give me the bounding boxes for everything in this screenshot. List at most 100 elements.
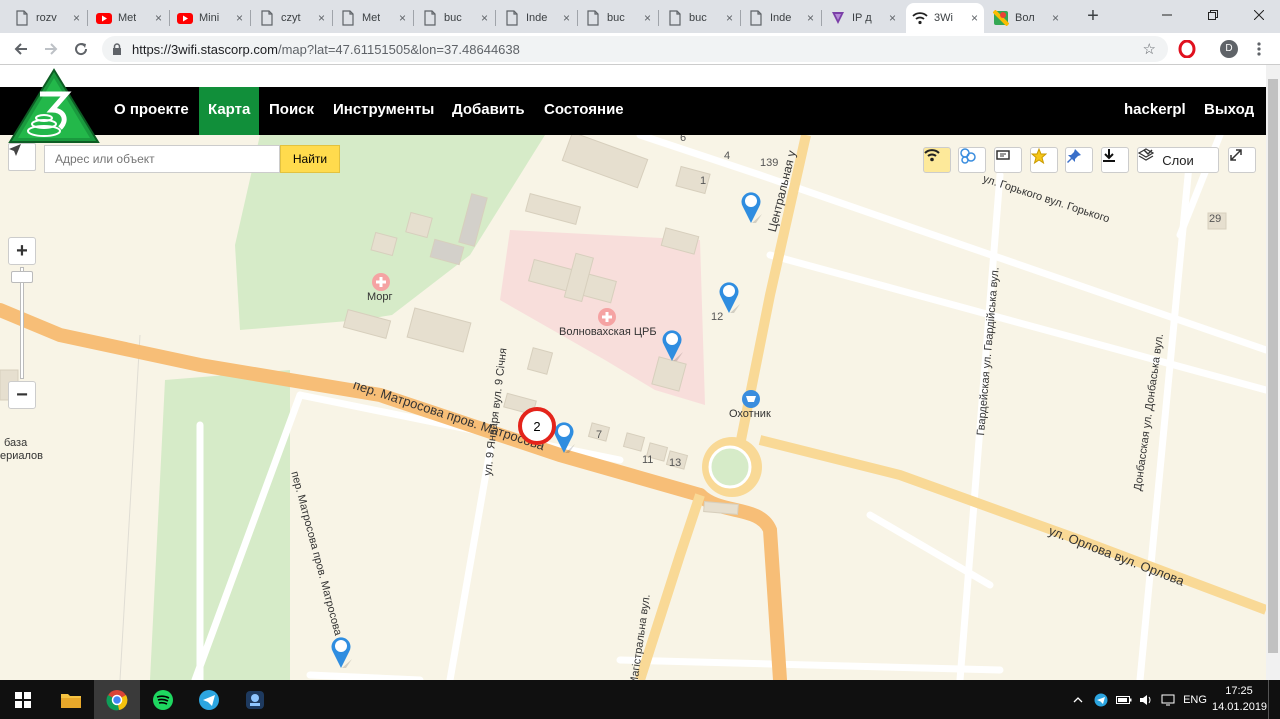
close-tab-icon[interactable]: × bbox=[399, 11, 406, 25]
zoom-slider-handle[interactable] bbox=[11, 271, 33, 283]
maximize-button[interactable] bbox=[1190, 0, 1236, 30]
url-host: https://3wifi.stascorp.com bbox=[132, 41, 278, 57]
wifi-access-point-pin[interactable] bbox=[718, 280, 740, 314]
system-clock[interactable]: 17:25 14.01.2019 bbox=[1212, 683, 1267, 715]
new-tab-button[interactable]: + bbox=[1082, 5, 1104, 27]
close-tab-icon[interactable]: × bbox=[1052, 11, 1059, 25]
cluster-toggle[interactable] bbox=[958, 147, 986, 173]
doc-icon bbox=[422, 10, 438, 26]
browser-tab[interactable]: rozv × bbox=[8, 3, 86, 33]
search-submit-button[interactable]: Найти bbox=[280, 145, 340, 173]
tray-network-icon[interactable] bbox=[1159, 680, 1177, 719]
profile-avatar[interactable]: D bbox=[1220, 40, 1238, 58]
layers-dropdown[interactable]: Слои bbox=[1137, 147, 1219, 173]
tray-expand-icon[interactable] bbox=[1070, 680, 1086, 719]
menu-button[interactable] bbox=[1250, 40, 1268, 58]
browser-tab[interactable]: buc × bbox=[416, 3, 494, 33]
wifi-icon bbox=[924, 149, 940, 162]
forward-button[interactable] bbox=[38, 36, 64, 62]
pin-tool-button[interactable] bbox=[1065, 147, 1093, 173]
taskbar-telegram[interactable] bbox=[186, 680, 232, 719]
opera-extension-icon[interactable] bbox=[1178, 39, 1196, 59]
nav-status[interactable]: Состояние bbox=[535, 87, 633, 135]
page-scrollbar[interactable] bbox=[1266, 65, 1280, 680]
browser-tab[interactable]: IP д × bbox=[824, 3, 902, 33]
nav-search[interactable]: Поиск bbox=[260, 87, 323, 135]
close-tab-icon[interactable]: × bbox=[155, 11, 162, 25]
wifi-cluster-marker[interactable]: 2 bbox=[518, 407, 556, 445]
zoom-out-button[interactable]: − bbox=[8, 381, 36, 409]
tray-battery-icon[interactable] bbox=[1114, 680, 1134, 719]
taskbar-chrome[interactable] bbox=[94, 680, 140, 719]
bookmark-star-icon[interactable]: ☆ bbox=[1143, 40, 1156, 58]
taskbar-explorer[interactable] bbox=[48, 680, 94, 719]
taskbar-app[interactable] bbox=[232, 680, 278, 719]
tray-telegram-icon[interactable] bbox=[1092, 680, 1110, 719]
house-number: 1 bbox=[700, 175, 707, 187]
download-button[interactable] bbox=[1101, 147, 1129, 173]
star-icon bbox=[1031, 148, 1047, 164]
close-tab-icon[interactable]: × bbox=[236, 11, 243, 25]
browser-tab[interactable]: Met × bbox=[334, 3, 412, 33]
restore-icon bbox=[1208, 10, 1218, 20]
nav-about[interactable]: О проекте bbox=[105, 87, 198, 135]
doc-icon bbox=[667, 10, 683, 26]
nav-add[interactable]: Добавить bbox=[443, 87, 534, 135]
close-tab-icon[interactable]: × bbox=[73, 11, 80, 25]
wifi-access-point-pin[interactable] bbox=[740, 190, 762, 224]
nav-map[interactable]: Карта bbox=[199, 87, 260, 135]
tray-volume-icon[interactable] bbox=[1137, 680, 1155, 719]
location-arrow-icon bbox=[9, 144, 21, 156]
browser-tab[interactable]: buc × bbox=[579, 3, 657, 33]
wifi-map[interactable]: 6 4 139 1 29 12 7 11 13 пер. Матросова п… bbox=[0, 135, 1266, 680]
wifi-icon bbox=[912, 10, 928, 26]
close-tab-icon[interactable]: × bbox=[726, 11, 733, 25]
scrollbar-thumb[interactable] bbox=[1268, 79, 1278, 653]
favorites-button[interactable] bbox=[1030, 147, 1058, 173]
tab-title: Met bbox=[362, 12, 381, 24]
tab-title: Inde bbox=[526, 12, 548, 24]
wifi-access-point-pin[interactable] bbox=[330, 635, 352, 669]
logout-link[interactable]: Выход bbox=[1195, 87, 1263, 135]
language-indicator[interactable]: ENG bbox=[1180, 680, 1210, 719]
close-tab-icon[interactable]: × bbox=[971, 11, 978, 25]
fullscreen-button[interactable] bbox=[1228, 147, 1256, 173]
site-logo[interactable] bbox=[8, 68, 100, 144]
show-desktop-button[interactable] bbox=[1268, 680, 1280, 719]
address-bar[interactable]: https://3wifi.stascorp.com/map?lat=47.61… bbox=[102, 36, 1168, 62]
minimize-button[interactable] bbox=[1144, 0, 1190, 30]
geolocate-button[interactable] bbox=[8, 143, 36, 171]
nav-tools[interactable]: Инструменты bbox=[324, 87, 443, 135]
back-button[interactable] bbox=[8, 36, 34, 62]
browser-tab[interactable]: czyt × bbox=[253, 3, 331, 33]
browser-tab[interactable]: Inde × bbox=[742, 3, 820, 33]
kebab-menu-icon bbox=[1257, 42, 1261, 56]
wifi-access-point-pin[interactable] bbox=[661, 328, 683, 362]
user-name-link[interactable]: hackerpl bbox=[1115, 87, 1195, 135]
close-tab-icon[interactable]: × bbox=[481, 11, 488, 25]
browser-tab[interactable]: Inde × bbox=[498, 3, 576, 33]
taskbar-spotify[interactable] bbox=[140, 680, 186, 719]
close-tab-icon[interactable]: × bbox=[644, 11, 651, 25]
close-tab-icon[interactable]: × bbox=[318, 11, 325, 25]
zoom-in-button[interactable]: + bbox=[8, 237, 36, 265]
browser-tab[interactable]: Вол × bbox=[987, 3, 1065, 33]
close-tab-icon[interactable]: × bbox=[563, 11, 570, 25]
router-filter-button[interactable] bbox=[994, 147, 1022, 173]
close-tab-icon[interactable]: × bbox=[807, 11, 814, 25]
close-window-button[interactable] bbox=[1236, 0, 1280, 30]
browser-tab[interactable]: buc × bbox=[661, 3, 739, 33]
close-tab-icon[interactable]: × bbox=[889, 11, 896, 25]
browser-tab[interactable]: Met × bbox=[90, 3, 168, 33]
address-search-input[interactable] bbox=[44, 145, 280, 173]
wifi-access-point-pin[interactable] bbox=[553, 420, 575, 454]
zoom-slider[interactable] bbox=[11, 267, 33, 379]
browser-toolbar: https://3wifi.stascorp.com/map?lat=47.61… bbox=[0, 33, 1280, 65]
browser-tab[interactable]: Mini × bbox=[171, 3, 249, 33]
reload-button[interactable] bbox=[68, 36, 94, 62]
wifi-layer-toggle[interactable] bbox=[923, 147, 951, 173]
browser-tab[interactable]: 3Wi × bbox=[906, 3, 984, 33]
start-button[interactable] bbox=[0, 680, 46, 719]
cluster-icon bbox=[960, 148, 976, 164]
house-number: 139 bbox=[760, 157, 779, 169]
